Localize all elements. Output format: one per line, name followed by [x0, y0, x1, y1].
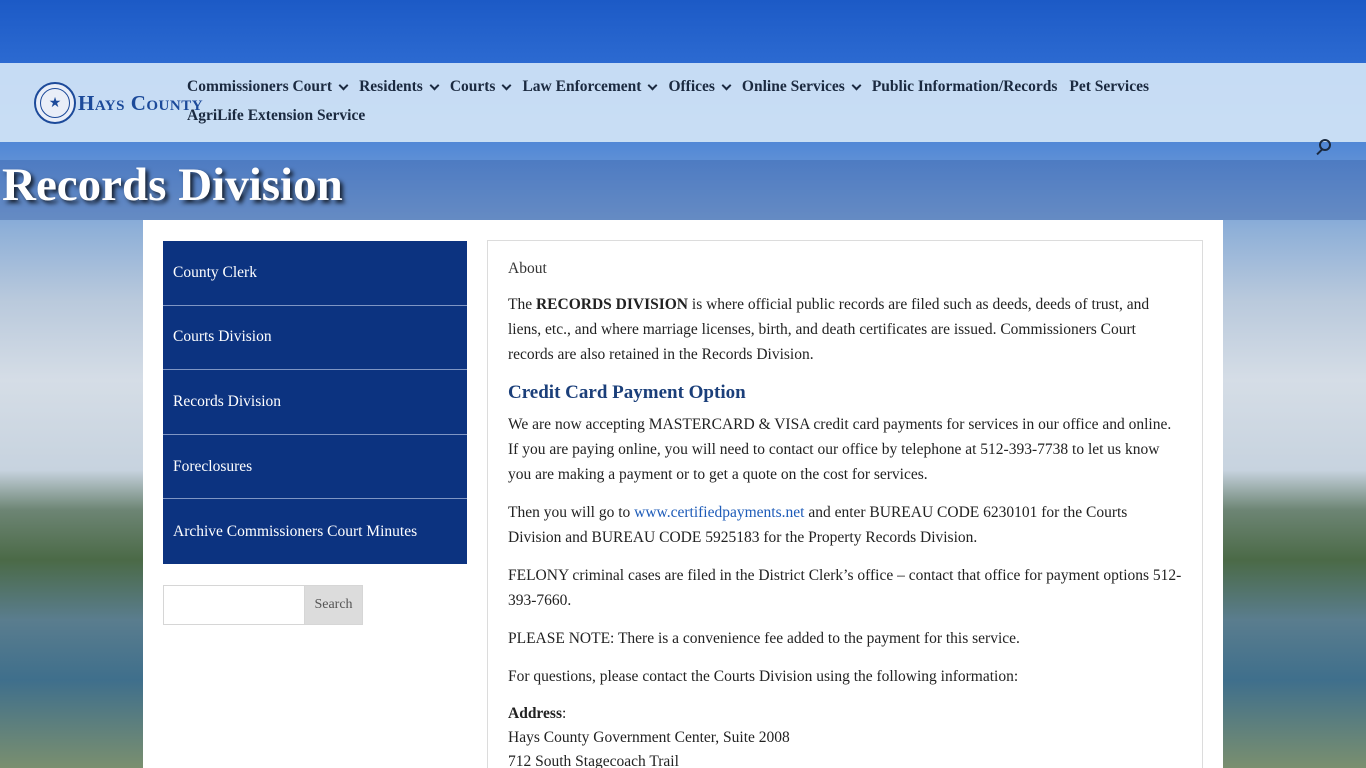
nav-pet-services[interactable]: Pet Services — [1069, 78, 1149, 96]
chevron-down-icon — [851, 80, 862, 90]
site-logo[interactable]: ★ Hays County — [34, 81, 203, 125]
nav-offices[interactable]: Offices — [668, 78, 732, 96]
chevron-down-icon — [429, 80, 440, 90]
nav-agrilife-extension[interactable]: AgriLife Extension Service — [187, 107, 365, 125]
nav-label: Commissioners Court — [187, 78, 333, 95]
sidebar-item-foreclosures[interactable]: Foreclosures — [163, 434, 467, 500]
nav-courts[interactable]: Courts — [449, 78, 512, 96]
nav-commissioners-court[interactable]: Commissioners Court — [187, 78, 349, 96]
search-button[interactable]: Search — [304, 585, 363, 625]
payment-paragraph: We are now accepting MASTERCARD & VISA c… — [508, 416, 1172, 483]
nav-online-services[interactable]: Online Services — [741, 78, 862, 96]
nav-label: Pet Services — [1069, 78, 1150, 95]
search-input[interactable] — [163, 585, 304, 625]
nav-label: Law Enforcement — [522, 78, 642, 95]
nav-label: Offices — [668, 78, 715, 95]
felony-paragraph: FELONY criminal cases are filed in the D… — [508, 567, 1182, 609]
para2-prefix: Then you will go to — [508, 504, 635, 521]
intro-prefix: The — [508, 296, 536, 313]
nav-label: Courts — [449, 78, 496, 95]
header-navbar — [0, 63, 1366, 142]
chevron-down-icon — [338, 80, 349, 90]
nav-residents[interactable]: Residents — [359, 78, 440, 96]
chevron-down-icon — [502, 80, 512, 90]
nav-label: AgriLife Extension Service — [187, 107, 366, 124]
address-line2: 712 South Stagecoach Trail — [508, 753, 679, 768]
main-nav-row1: Commissioners Court Residents Courts Law… — [187, 78, 1161, 96]
sidebar-item-archive-minutes[interactable]: Archive Commissioners Court Minutes — [163, 499, 467, 564]
search-icon[interactable] — [1314, 138, 1334, 158]
bureau-code-paragraph: Then you will go to www.certifiedpayment… — [508, 500, 1182, 550]
logo-text: Hays County — [78, 90, 204, 115]
top-sky-band — [0, 0, 1366, 63]
main-nav-row2: AgriLife Extension Service — [187, 107, 377, 125]
sidebar-search: Search — [163, 585, 363, 625]
chevron-down-icon — [647, 80, 658, 90]
address-block: Address: Hays County Government Center, … — [508, 702, 1182, 768]
sidebar-item-county-clerk[interactable]: County Clerk — [163, 241, 467, 306]
certified-payments-link[interactable]: www.certifiedpayments.net — [634, 504, 804, 521]
intro-bold: RECORDS DIVISION — [535, 296, 689, 313]
address-line1: Hays County Government Center, Suite 200… — [508, 729, 790, 746]
nav-label: Public Information/Records — [871, 78, 1058, 95]
county-seal-icon: ★ — [34, 82, 76, 124]
page-title: Records Division — [2, 159, 343, 211]
sidebar-item-records-division[interactable]: Records Division — [163, 370, 467, 435]
sidebar-item-courts-division[interactable]: Courts Division — [163, 305, 467, 371]
main-content-panel: About The RECORDS DIVISION is where offi… — [487, 240, 1203, 768]
address-colon: : — [561, 705, 567, 722]
nav-label: Residents — [359, 78, 423, 95]
fee-note-paragraph: PLEASE NOTE: There is a convenience fee … — [508, 630, 1020, 647]
nav-law-enforcement[interactable]: Law Enforcement — [522, 78, 658, 96]
questions-paragraph: For questions, please contact the Courts… — [508, 668, 1019, 685]
nav-label: Online Services — [741, 78, 845, 95]
sidebar-nav: County Clerk Courts Division Records Div… — [163, 241, 467, 564]
about-label: About — [508, 260, 547, 277]
nav-public-information-records[interactable]: Public Information/Records — [872, 78, 1058, 96]
section-heading: Credit Card Payment Option — [508, 382, 746, 403]
chevron-down-icon — [721, 80, 732, 90]
intro-paragraph: The RECORDS DIVISION is where official p… — [508, 292, 1182, 367]
address-label: Address — [508, 705, 562, 722]
